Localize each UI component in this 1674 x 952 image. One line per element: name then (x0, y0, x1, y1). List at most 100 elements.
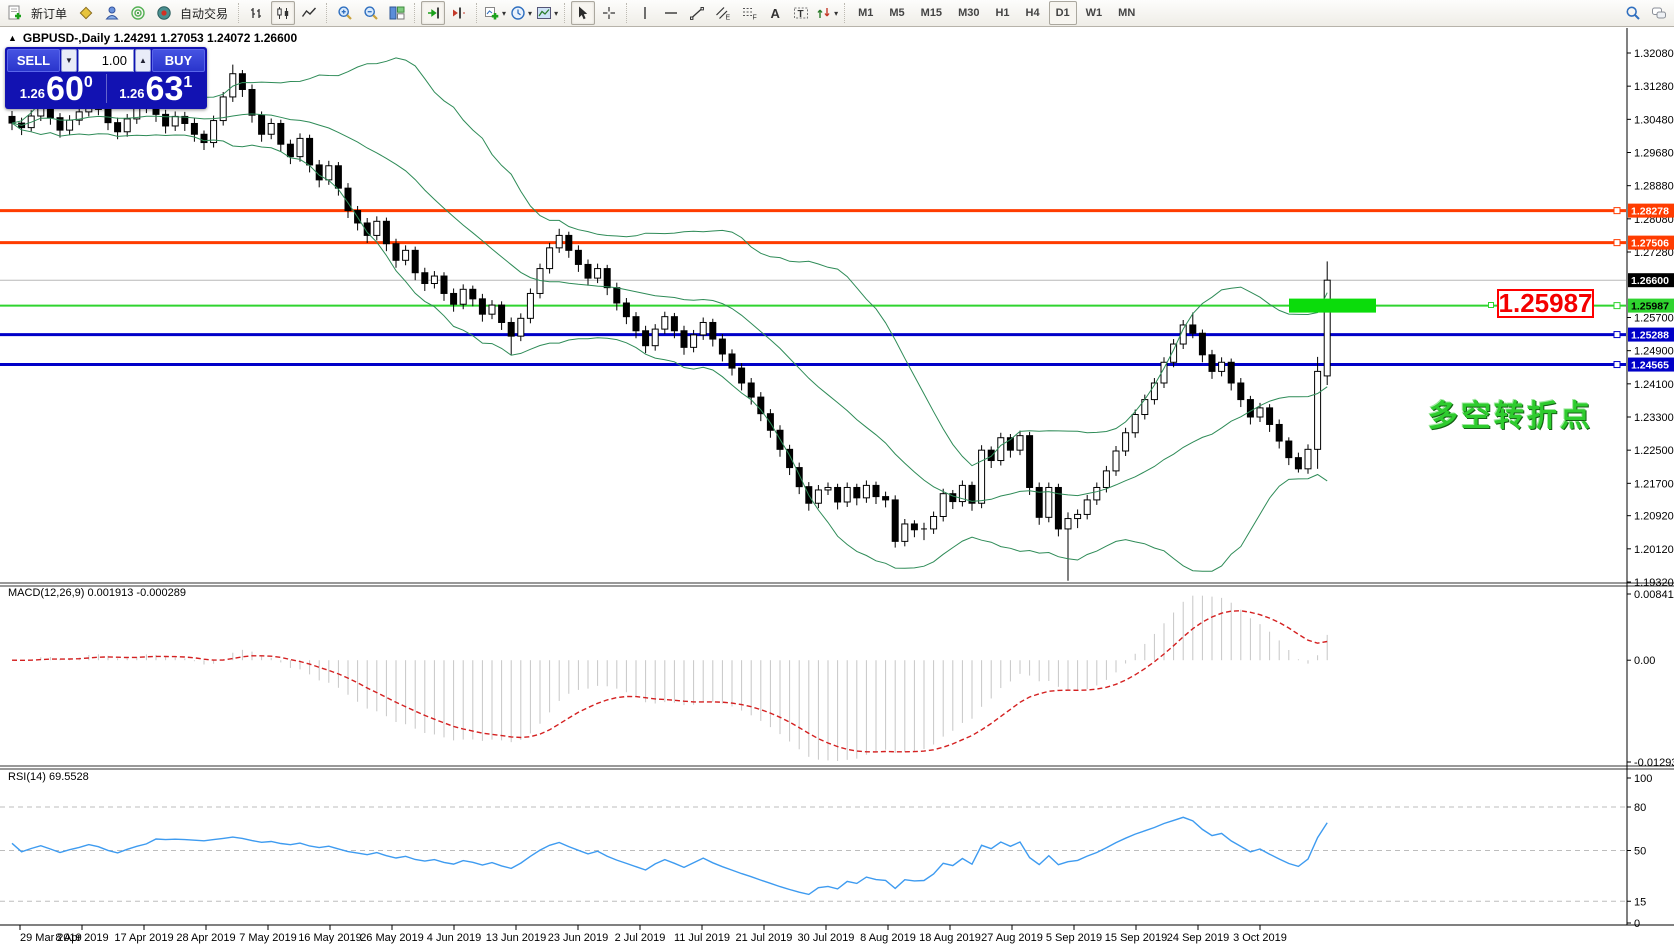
toolbar-crosshair-button[interactable] (597, 1, 621, 25)
toolbar-tile-windows-button[interactable] (385, 1, 409, 25)
toolbar-autotrading-button[interactable] (152, 1, 176, 25)
buy-button[interactable]: BUY (152, 49, 205, 72)
svg-text:80: 80 (1634, 802, 1646, 814)
toolbar-bar-chart-button[interactable] (245, 1, 269, 25)
mt4-window: 新订单自动交易▾▾▾EFAT▾M1M5M15M30H1H4D1W1MN 1.32… (0, 0, 1674, 952)
timeframe-H1-button[interactable]: H1 (988, 1, 1016, 25)
svg-text:26 May 2019: 26 May 2019 (360, 932, 424, 944)
toolbar-strategy-tester-button[interactable] (126, 1, 150, 25)
toolbar-periods-button[interactable]: ▾ (509, 1, 533, 25)
svg-text:1.27506: 1.27506 (1631, 238, 1669, 250)
svg-text:1.24900: 1.24900 (1634, 346, 1674, 358)
indicators-icon (484, 5, 500, 21)
toolbar-auto-scroll-button[interactable] (421, 1, 445, 25)
tile-windows-icon (389, 5, 405, 21)
toolbar-zoom-out-button[interactable] (359, 1, 383, 25)
periods-icon (510, 5, 526, 21)
volume-down-button[interactable]: ▼ (61, 49, 77, 72)
toolbar-chat-button[interactable] (1647, 1, 1671, 25)
arrows-icon (816, 5, 832, 21)
toolbar-zoom-in-button[interactable] (333, 1, 357, 25)
svg-text:1.31280: 1.31280 (1634, 81, 1674, 93)
toolbar-chart-shift-button[interactable] (447, 1, 471, 25)
date-scale[interactable]: 29 Mar 20198 Apr 201917 Apr 201928 Apr 2… (20, 925, 1287, 944)
volume-up-button[interactable]: ▲ (135, 49, 151, 72)
price-callout-box[interactable]: 1.25987 (1497, 289, 1594, 318)
sell-button[interactable]: SELL (7, 49, 60, 72)
sell-price-big: 60 (46, 76, 84, 104)
timeframe-M5-button[interactable]: M5 (882, 1, 911, 25)
candlestick-icon (275, 5, 291, 21)
toolbar-autotrading-label[interactable]: 自动交易 (177, 5, 234, 22)
toolbar-separator (844, 3, 846, 23)
toolbar-channel-button[interactable]: E (711, 1, 735, 25)
text-icon: A (767, 5, 783, 21)
bollinger-bands-layer (12, 58, 1327, 571)
timeframe-D1-button[interactable]: D1 (1049, 1, 1077, 25)
toolbar-horizontal-line-button[interactable] (659, 1, 683, 25)
zoom-in-icon (337, 5, 353, 21)
timeframe-M1-button[interactable]: M1 (851, 1, 880, 25)
sell-price-small: 1.26 (20, 86, 45, 101)
svg-text:5 Sep 2019: 5 Sep 2019 (1046, 932, 1102, 944)
svg-text:1.23300: 1.23300 (1634, 412, 1674, 424)
trendline-icon (689, 5, 705, 21)
toolbar-data-window-button[interactable] (100, 1, 124, 25)
timeframe-H4-button[interactable]: H4 (1019, 1, 1047, 25)
toolbar-new-order-button[interactable] (3, 1, 27, 25)
macd-label: MACD(12,26,9) 0.001913 -0.000289 (8, 587, 186, 599)
toolbar-cursor-button[interactable] (571, 1, 595, 25)
timeframe-W1-button[interactable]: W1 (1079, 1, 1110, 25)
svg-text:24 Sep 2019: 24 Sep 2019 (1167, 932, 1229, 944)
svg-text:8 Apr 2019: 8 Apr 2019 (55, 932, 108, 944)
one-click-trading-panel: SELL ▼ 1.00 ▲ BUY 1.26 60 0 1.26 63 1 (5, 47, 207, 109)
toolbar-line-chart-button[interactable] (297, 1, 321, 25)
svg-text:0: 0 (1634, 918, 1640, 930)
highlight-rectangle[interactable] (1289, 299, 1376, 313)
toolbar-text-button[interactable]: A (763, 1, 787, 25)
svg-text:27 Aug 2019: 27 Aug 2019 (981, 932, 1043, 944)
svg-text:11 Jul 2019: 11 Jul 2019 (674, 932, 730, 944)
toolbar-trendline-button[interactable] (685, 1, 709, 25)
hline-anchor-handle[interactable] (1488, 302, 1494, 308)
buy-price-small: 1.26 (119, 86, 144, 101)
toolbar-candlestick-button[interactable] (271, 1, 295, 25)
timeframe-MN-button[interactable]: MN (1111, 1, 1142, 25)
horizontal-line-icon (663, 5, 679, 21)
toolbar-profiles-button[interactable] (74, 1, 98, 25)
svg-text:13 Jun 2019: 13 Jun 2019 (486, 932, 547, 944)
price-scale[interactable]: 1.320801.312801.304801.296801.288801.280… (1627, 48, 1674, 930)
sell-price[interactable]: 1.26 60 0 (7, 72, 106, 105)
profiles-icon (78, 5, 94, 21)
hline-objects-layer (0, 208, 1626, 368)
toolbar-new-order-label[interactable]: 新订单 (28, 5, 73, 22)
svg-text:7 May 2019: 7 May 2019 (239, 932, 296, 944)
data-window-icon (104, 5, 120, 21)
timeframe-M15-button[interactable]: M15 (914, 1, 949, 25)
chinese-annotation: 多空转折点 (1428, 391, 1593, 435)
toolbar-templates-button[interactable]: ▾ (535, 1, 559, 25)
toolbar-search-button[interactable] (1621, 1, 1645, 25)
buy-price[interactable]: 1.26 63 1 (107, 72, 206, 105)
toolbar: 新订单自动交易▾▾▾EFAT▾M1M5M15M30H1H4D1W1MN (0, 0, 1674, 27)
buy-price-sup: 1 (183, 74, 192, 92)
timeframe-M30-button[interactable]: M30 (951, 1, 986, 25)
volume-input[interactable]: 1.00 (78, 49, 134, 72)
chart-title-row: ▲ GBPUSD-,Daily 1.24291 1.27053 1.24072 … (8, 31, 297, 45)
toolbar-fibonacci-button[interactable]: F (737, 1, 761, 25)
svg-text:30 Jul 2019: 30 Jul 2019 (798, 932, 855, 944)
svg-text:1.25987: 1.25987 (1631, 301, 1669, 313)
svg-text:1.22500: 1.22500 (1634, 445, 1674, 457)
svg-text:1.28880: 1.28880 (1634, 181, 1674, 193)
toolbar-vertical-line-button[interactable] (633, 1, 657, 25)
chart-shift-icon (451, 5, 467, 21)
toolbar-arrows-button[interactable]: ▾ (815, 1, 839, 25)
chart-svg: 1.320801.312801.304801.296801.288801.280… (0, 28, 1674, 952)
bar-chart-icon (249, 5, 265, 21)
svg-text:1.25700: 1.25700 (1634, 313, 1674, 325)
collapse-panel-arrow[interactable]: ▲ (8, 33, 17, 43)
toolbar-indicators-button[interactable]: ▾ (483, 1, 507, 25)
svg-text:4 Jun 2019: 4 Jun 2019 (427, 932, 481, 944)
toolbar-label-button[interactable]: T (789, 1, 813, 25)
svg-text:15 Sep 2019: 15 Sep 2019 (1105, 932, 1167, 944)
